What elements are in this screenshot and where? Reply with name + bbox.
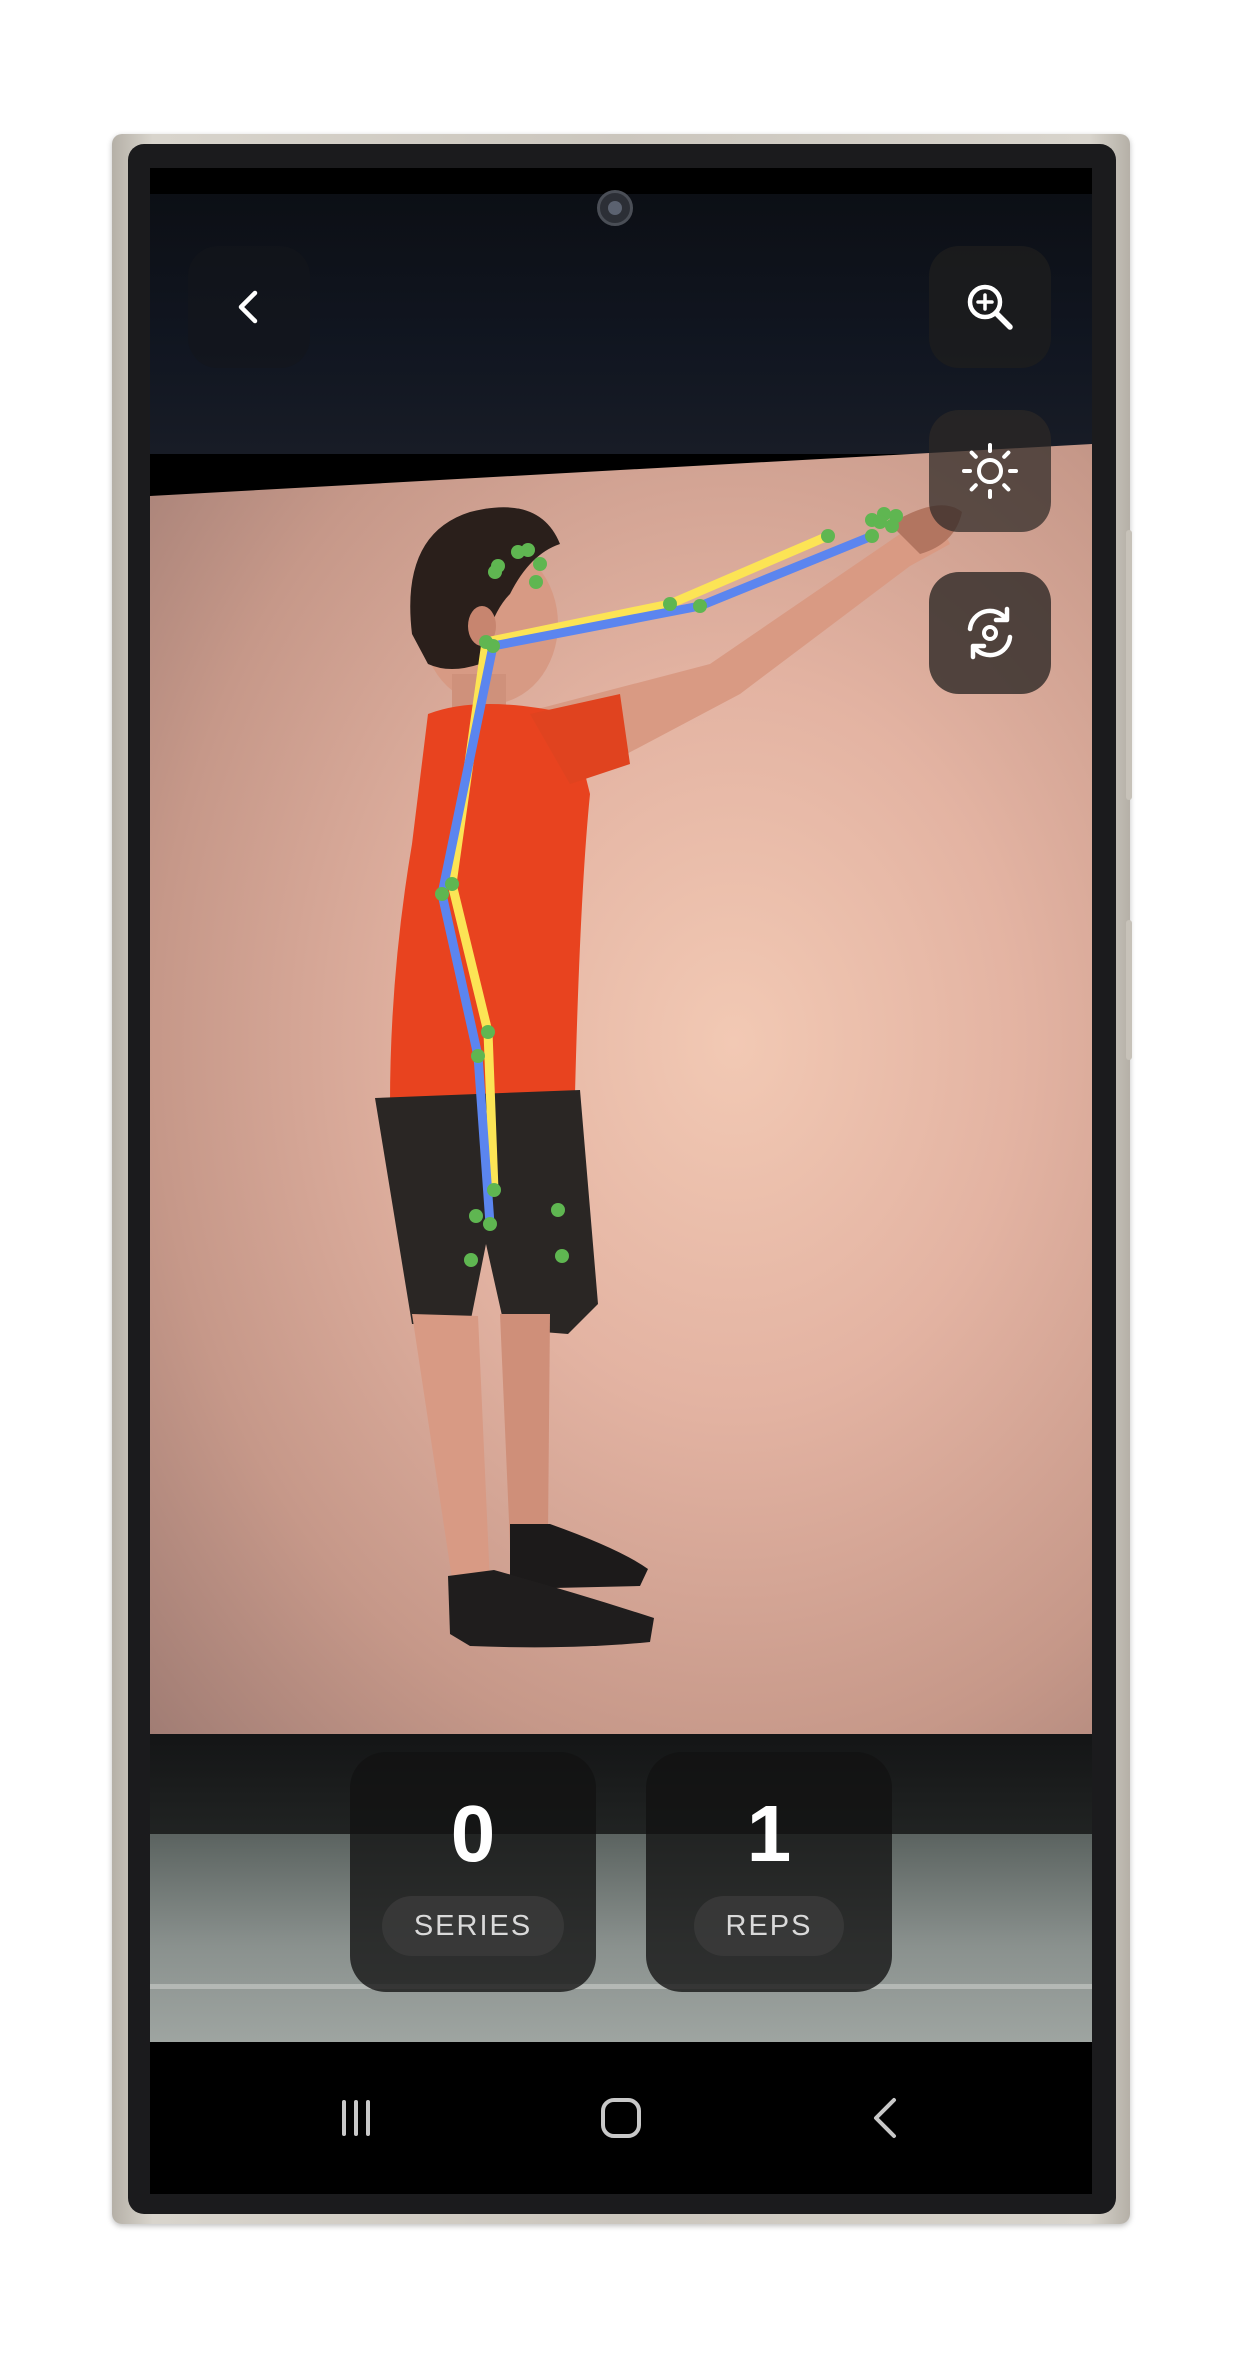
- reps-label: REPS: [725, 1909, 813, 1942]
- pose-landmark-dot: [529, 575, 543, 589]
- series-count: 0: [450, 1789, 496, 1878]
- pose-landmark-dot: [445, 877, 459, 891]
- reps-label-pill: REPS: [693, 1896, 845, 1956]
- camera-flip-icon: [967, 606, 1013, 660]
- pose-landmark-dot: [885, 519, 899, 533]
- pose-landmark-dot: [487, 1183, 501, 1197]
- back-button[interactable]: [188, 246, 310, 368]
- back-icon: [874, 2098, 896, 2138]
- exposure-button[interactable]: [929, 410, 1051, 532]
- front-camera-cutout: [597, 190, 633, 226]
- reps-counter-card: 1 REPS: [646, 1752, 892, 1992]
- pose-line-left-side: [447, 531, 833, 1195]
- pose-landmark-dot: [693, 599, 707, 613]
- series-counter-card: 0 SERIES: [350, 1752, 596, 1992]
- device-side-button-power: [1126, 530, 1132, 800]
- pose-landmark-dot: [488, 565, 502, 579]
- pose-landmark-dot: [464, 1253, 478, 1267]
- pose-landmark-dot: [533, 557, 547, 571]
- series-label-pill: SERIES: [381, 1896, 565, 1956]
- chevron-left-icon: [238, 290, 258, 324]
- pose-landmark-dot: [821, 529, 835, 543]
- pose-line-right-side: [437, 531, 877, 1229]
- pose-landmark-dot: [481, 1025, 495, 1039]
- flip-camera-button[interactable]: [929, 572, 1051, 694]
- recents-icon: [342, 2100, 370, 2136]
- reps-count: 1: [746, 1789, 792, 1878]
- recents-button[interactable]: [296, 2076, 416, 2160]
- system-navigation-bar: [150, 2042, 1092, 2194]
- pose-landmark-dot: [471, 1049, 485, 1063]
- home-icon: [601, 2098, 641, 2138]
- series-label: SERIES: [413, 1909, 533, 1942]
- pose-landmark-dot: [486, 639, 500, 653]
- system-back-button[interactable]: [826, 2076, 946, 2160]
- pose-landmark-dot: [435, 887, 449, 901]
- pose-landmark-dot: [469, 1209, 483, 1223]
- pose-landmark-dot: [555, 1249, 569, 1263]
- home-button[interactable]: [561, 2076, 681, 2160]
- pose-landmark-dot: [865, 529, 879, 543]
- pose-landmark-dot: [873, 515, 887, 529]
- pose-landmark-dot: [663, 597, 677, 611]
- phone-screen: 0 SERIES 1 REPS: [150, 168, 1092, 2194]
- zoom-in-icon: [967, 284, 1013, 330]
- pose-landmark-dot: [483, 1217, 497, 1231]
- zoom-button[interactable]: [929, 246, 1051, 368]
- pose-landmark-dot: [521, 543, 535, 557]
- device-side-button-volume: [1126, 920, 1132, 1060]
- brightness-icon: [962, 443, 1018, 499]
- pose-landmark-dot: [551, 1203, 565, 1217]
